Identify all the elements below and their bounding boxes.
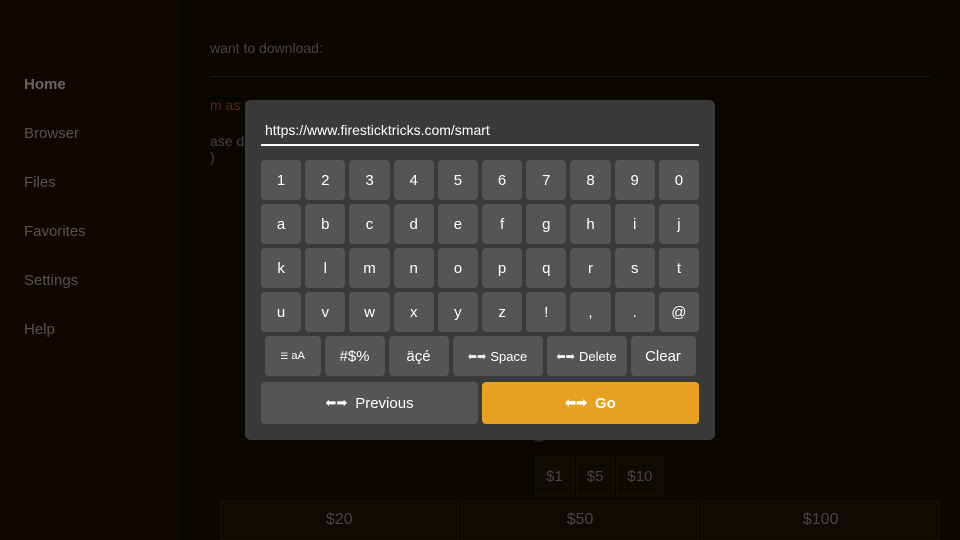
key-accents[interactable]: äçé [389,336,449,376]
key-a[interactable]: a [261,204,301,244]
go-button[interactable]: ⬅➡ Go [482,382,699,424]
key-g[interactable]: g [526,204,566,244]
key-symbols[interactable]: #$% [325,336,385,376]
key-i[interactable]: i [615,204,655,244]
alpha-row3: u v w x y z ! , . @ [261,292,699,332]
key-b[interactable]: b [305,204,345,244]
previous-icon: ⬅➡ [325,395,347,411]
key-period[interactable]: . [615,292,655,332]
key-c[interactable]: c [349,204,389,244]
key-7[interactable]: 7 [526,160,566,200]
key-n[interactable]: n [394,248,434,288]
previous-button[interactable]: ⬅➡ Previous [261,382,478,424]
key-5[interactable]: 5 [438,160,478,200]
key-delete[interactable]: ⬅➡ Delete [547,336,627,376]
alpha-row1: a b c d e f g h i j [261,204,699,244]
key-y[interactable]: y [438,292,478,332]
key-space[interactable]: ⬅➡ Space [453,336,543,376]
key-q[interactable]: q [526,248,566,288]
key-s[interactable]: s [615,248,655,288]
key-l[interactable]: l [305,248,345,288]
key-f[interactable]: f [482,204,522,244]
key-4[interactable]: 4 [394,160,434,200]
keyboard: 1 2 3 4 5 6 7 8 9 0 a b c d e f g h [261,160,699,376]
key-2[interactable]: 2 [305,160,345,200]
key-at[interactable]: @ [659,292,699,332]
key-1[interactable]: 1 [261,160,301,200]
key-u[interactable]: u [261,292,301,332]
key-x[interactable]: x [394,292,434,332]
key-6[interactable]: 6 [482,160,522,200]
keyboard-overlay: https://www.firesticktricks.com/smart 1 … [0,0,960,540]
alpha-row2: k l m n o p q r s t [261,248,699,288]
special-row: ☰ aA #$% äçé ⬅➡ Space ⬅➡ Delete Clear [261,336,699,376]
action-row: ⬅➡ Previous ⬅➡ Go [261,382,699,424]
key-3[interactable]: 3 [349,160,389,200]
key-h[interactable]: h [570,204,610,244]
key-r[interactable]: r [570,248,610,288]
key-z[interactable]: z [482,292,522,332]
key-j[interactable]: j [659,204,699,244]
key-9[interactable]: 9 [615,160,655,200]
key-0[interactable]: 0 [659,160,699,200]
key-clear[interactable]: Clear [631,336,696,376]
key-t[interactable]: t [659,248,699,288]
key-v[interactable]: v [305,292,345,332]
key-w[interactable]: w [349,292,389,332]
key-mode-toggle[interactable]: ☰ aA [265,336,321,376]
key-m[interactable]: m [349,248,389,288]
key-p[interactable]: p [482,248,522,288]
keyboard-dialog: https://www.firesticktricks.com/smart 1 … [245,100,715,440]
key-k[interactable]: k [261,248,301,288]
key-o[interactable]: o [438,248,478,288]
url-display: https://www.firesticktricks.com/smart [261,116,699,146]
key-8[interactable]: 8 [570,160,610,200]
number-row: 1 2 3 4 5 6 7 8 9 0 [261,160,699,200]
key-d[interactable]: d [394,204,434,244]
key-comma[interactable]: , [570,292,610,332]
key-exclaim[interactable]: ! [526,292,566,332]
go-icon: ⬅➡ [565,395,587,411]
key-e[interactable]: e [438,204,478,244]
